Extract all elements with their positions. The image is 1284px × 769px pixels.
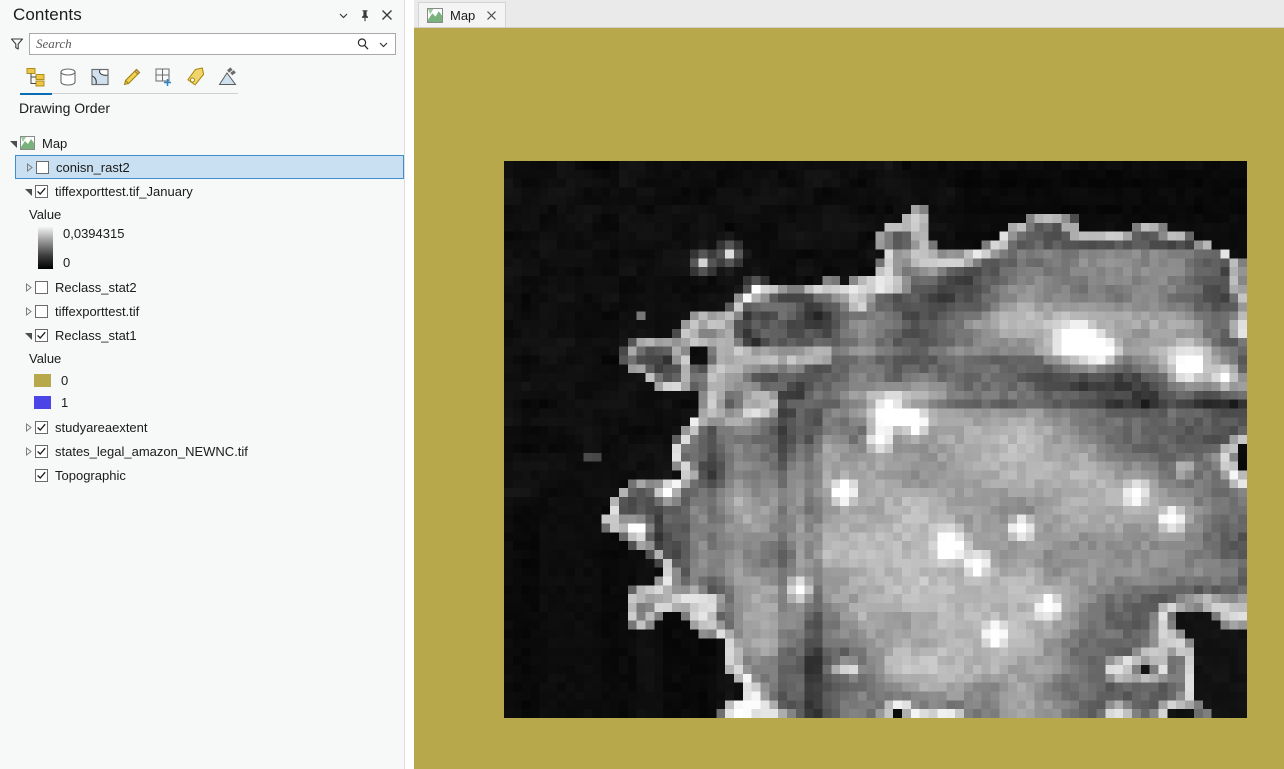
layer-name-label: conisn_rast2 xyxy=(56,159,130,175)
expander-closed-icon[interactable] xyxy=(21,415,35,439)
list-by-snapping-icon[interactable] xyxy=(148,62,180,92)
search-dropdown-chevron-icon[interactable] xyxy=(373,34,393,54)
toolbar-underline-track xyxy=(20,93,238,94)
layer-visibility-checkbox[interactable] xyxy=(35,444,48,458)
layer-name-label: tiffexporttest.tif_January xyxy=(55,183,193,199)
layer-visibility-checkbox[interactable] xyxy=(35,420,48,434)
layer-row-tiffexporttest-january[interactable]: tiffexporttest.tif_January xyxy=(0,179,404,203)
layer-tree: Map conisn_rast2 tiffexporttest.tif_Janu… xyxy=(0,128,404,769)
toolbar-active-underline xyxy=(20,93,52,95)
map-view-area: Map xyxy=(414,0,1284,769)
legend-class-label: 0 xyxy=(61,372,69,388)
tree-item-map[interactable]: Map xyxy=(0,131,404,155)
layer-row-tiffexporttest[interactable]: tiffexporttest.tif xyxy=(0,299,404,323)
layer-row-reclass-stat1[interactable]: Reclass_stat1 xyxy=(0,323,404,347)
expander-open-icon[interactable] xyxy=(21,179,35,203)
expander-placeholder xyxy=(21,463,35,487)
layer-row-states-legal-amazon[interactable]: states_legal_amazon_NEWNC.tif xyxy=(0,439,404,463)
contents-titlebar: Contents xyxy=(0,0,404,30)
pin-icon[interactable] xyxy=(354,4,376,26)
expander-open-icon[interactable] xyxy=(6,131,20,155)
legend-continuous-ramp: 0,0394315 0 xyxy=(0,225,404,273)
layer-name-label: states_legal_amazon_NEWNC.tif xyxy=(55,443,248,459)
layer-visibility-checkbox[interactable] xyxy=(35,468,48,482)
layer-row-studyareaextent[interactable]: studyareaextent xyxy=(0,415,404,439)
layer-visibility-checkbox[interactable] xyxy=(35,280,48,294)
expander-closed-icon[interactable] xyxy=(21,299,35,323)
contents-view-toolbar xyxy=(0,58,404,96)
layer-row-topographic[interactable]: Topographic xyxy=(0,463,404,487)
search-row xyxy=(0,30,404,58)
map-thumbnail-icon xyxy=(427,7,443,23)
expander-closed-icon[interactable] xyxy=(21,439,35,463)
list-by-drawing-order-icon[interactable] xyxy=(20,62,52,92)
list-by-data-source-icon[interactable] xyxy=(52,62,84,92)
map-canvas[interactable] xyxy=(414,28,1284,769)
view-tabstrip: Map xyxy=(414,0,1284,28)
legend-class-row-1: 1 xyxy=(0,391,404,413)
layer-name-label: Reclass_stat2 xyxy=(55,279,137,295)
list-by-editing-icon[interactable] xyxy=(116,62,148,92)
expander-closed-icon[interactable] xyxy=(22,155,36,179)
layer-visibility-checkbox[interactable] xyxy=(36,160,49,174)
layer-row-conisn-rast2[interactable]: conisn_rast2 xyxy=(15,155,404,179)
magnifier-icon[interactable] xyxy=(353,34,373,54)
layer-visibility-checkbox[interactable] xyxy=(35,328,48,342)
list-by-charts-icon[interactable] xyxy=(212,62,244,92)
tab-map[interactable]: Map xyxy=(418,2,507,27)
list-by-selection-icon[interactable] xyxy=(84,62,116,92)
ramp-max-label: 0,0394315 xyxy=(63,226,125,241)
legend-class-label: 1 xyxy=(61,394,69,410)
contents-pane: Contents Search Drawing Order Map conisn… xyxy=(0,0,405,769)
layer-name-label: studyareaextent xyxy=(55,419,148,435)
menu-chevron-icon[interactable] xyxy=(332,4,354,26)
legend-heading-label: Value xyxy=(29,206,62,222)
color-ramp-swatch xyxy=(38,225,53,269)
page-title: Contents xyxy=(13,5,82,24)
ramp-min-label: 0 xyxy=(63,255,71,270)
legend-heading-value-unique: Value xyxy=(0,347,404,369)
legend-color-swatch xyxy=(34,395,51,409)
layer-name-label: tiffexporttest.tif xyxy=(55,303,140,319)
tab-label: Map xyxy=(450,7,476,23)
legend-color-swatch xyxy=(34,373,51,387)
layer-visibility-checkbox[interactable] xyxy=(35,304,48,318)
list-by-labeling-icon[interactable] xyxy=(180,62,212,92)
close-icon[interactable] xyxy=(484,8,498,22)
expander-open-icon[interactable] xyxy=(21,323,35,347)
search-input[interactable] xyxy=(36,36,353,52)
drawing-order-heading: Drawing Order xyxy=(19,100,111,116)
legend-class-row-0: 0 xyxy=(0,369,404,391)
grayscale-nightlights-raster[interactable] xyxy=(504,161,1247,718)
expander-closed-icon[interactable] xyxy=(21,275,35,299)
legend-heading-label: Value xyxy=(29,350,62,366)
legend-heading-value-continuous: Value xyxy=(0,203,404,225)
search-box[interactable] xyxy=(29,33,396,55)
layer-visibility-checkbox[interactable] xyxy=(35,184,48,198)
close-icon[interactable] xyxy=(376,4,398,26)
filter-funnel-icon[interactable] xyxy=(5,33,29,55)
layer-name-label: Topographic xyxy=(55,467,126,483)
layer-name-label: Reclass_stat1 xyxy=(55,327,137,343)
tree-item-label: Map xyxy=(42,135,68,151)
arcgis-pro-window: Contents Search Drawing Order Map conisn… xyxy=(0,0,1284,769)
layer-row-reclass-stat2[interactable]: Reclass_stat2 xyxy=(0,275,404,299)
map-thumbnail-icon xyxy=(20,136,35,150)
